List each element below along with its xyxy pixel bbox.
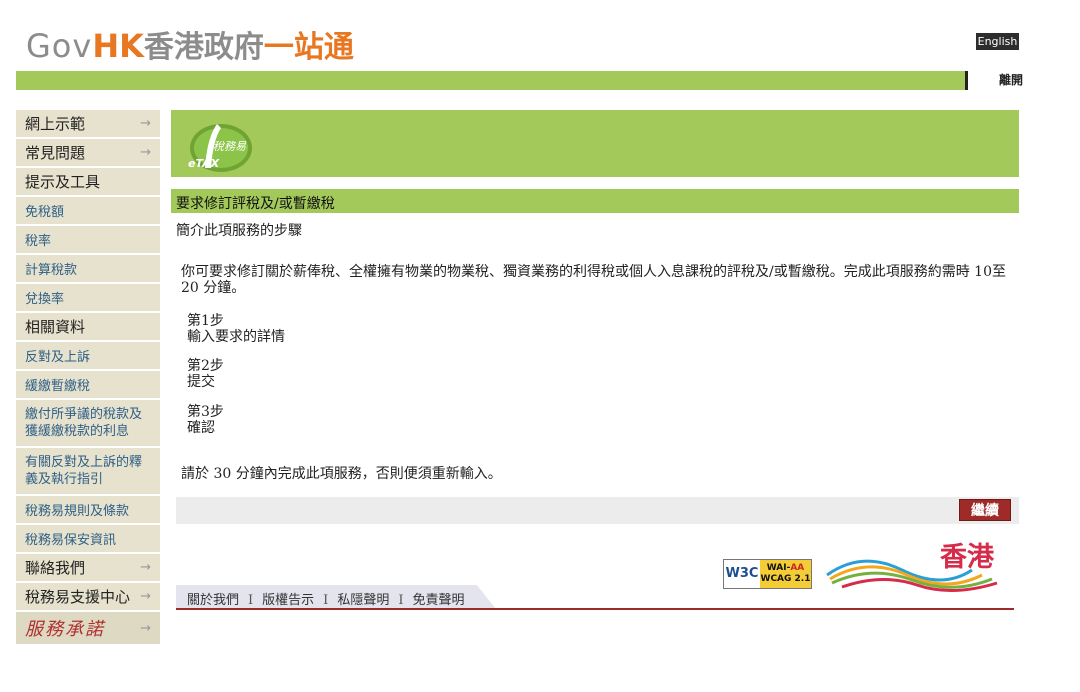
sidebar-item-label: 稅率 [25,234,52,249]
sidebar-item-label: 稅務易保安資訊 [25,533,117,548]
sidebar-item-holdover[interactable]: 緩繳暫繳稅 [16,371,160,400]
sidebar-item-etax-security[interactable]: 稅務易保安資訊 [16,525,160,554]
brand-hong-kong-logo[interactable]: 香港 [822,535,1002,595]
govhk-logo[interactable]: GovHK香港政府一站通 [26,22,354,65]
wai-text: WAI- [766,563,791,573]
sidebar-item-label: 計算稅款 [25,263,78,278]
step-title: 第2步 [187,358,224,374]
etax-logo-cn: 稅務易 [213,140,247,153]
sidebar-item-interpretation-guides[interactable]: 有關反對及上訴的釋義及執行指引 [16,448,160,496]
logo-cn-text: 香港政府 [143,30,264,65]
sidebar-item-etax-terms[interactable]: 稅務易規則及條款 [16,496,160,525]
sidebar-item-contact-us[interactable]: 聯絡我們 → [16,554,160,583]
sidebar-heading-related-info: 相關資料 [16,313,160,342]
etax-banner: 稅務易 eTAX [171,110,1019,177]
footer-link-privacy[interactable]: 私隱聲明 [337,593,389,608]
etax-logo-icon: 稅務易 eTAX [188,124,252,172]
sidebar-item-label: 相關資料 [25,318,86,336]
time-limit-note: 請於 30 分鐘內完成此項服務，否則便須重新輸入。 [181,466,502,482]
footer-separator: I [398,593,404,608]
sidebar-item-objections-appeals[interactable]: 反對及上訴 [16,342,160,371]
sidebar-item-label: 網上示範 [25,115,86,133]
sidebar-item-label: 提示及工具 [25,173,101,191]
sidebar-item-disputed-tax-interest[interactable]: 繳付所爭議的稅款及獲緩繳稅款的利息 [16,400,160,448]
logo-cn2-text: 一站通 [263,30,354,65]
footer-link-about-us[interactable]: 關於我們 [187,593,239,608]
sidebar-item-label: 反對及上訴 [25,350,91,365]
sidebar-item-tax-rates[interactable]: 稅率 [16,226,160,255]
footer-links: 關於我們 I 版權告示 I 私隱聲明 I 免責聲明 [187,589,464,608]
brand-hk-text: 香港 [940,542,994,573]
logo-hk-text: HK [92,27,144,65]
wcag-label: WAI-AA WCAG 2.1 [760,560,811,588]
sidebar-item-label: 聯絡我們 [25,559,86,577]
w3c-logo: W3C [725,566,759,581]
arrow-right-icon: → [140,116,151,131]
sidebar-item-performance-pledge[interactable]: 服務承諾 → [16,612,160,646]
step-text: 確認 [187,420,215,436]
top-green-bar [16,71,1029,90]
sidebar: 網上示範 → 常見問題 → 提示及工具 免稅額 稅率 計算稅款 兌換率 相關資料… [16,110,160,646]
continue-button[interactable]: 繼續 [959,499,1011,521]
sidebar-item-label: 免稅額 [25,205,65,220]
wai-aa-text: AA [790,563,805,573]
sidebar-item-tax-calculator[interactable]: 計算稅款 [16,255,160,284]
step-3: 第3步 確認 [187,404,224,436]
etax-logo-en: eTAX [188,157,220,170]
exit-button[interactable]: 離開 [965,71,1029,90]
sidebar-item-online-demo[interactable]: 網上示範 → [16,110,160,139]
service-description: 你可要求修訂關於薪俸稅、全權擁有物業的物業稅、獨資業務的利得稅或個人入息課稅的評… [181,264,1006,296]
sidebar-item-label: 繳付所爭議的稅款及獲緩繳稅款的利息 [25,407,143,439]
intro-text: 簡介此項服務的步驟 [176,223,302,239]
sidebar-item-label: 常見問題 [25,144,86,162]
step-title: 第1步 [187,313,224,329]
arrow-right-icon: → [140,620,151,636]
sidebar-item-exchange-rates[interactable]: 兌換率 [16,284,160,313]
sidebar-item-label: 緩繳暫繳稅 [25,379,91,394]
footer-link-copyright[interactable]: 版權告示 [262,593,314,608]
sidebar-item-allowances[interactable]: 免稅額 [16,197,160,226]
continue-bar [176,497,1019,524]
english-language-button[interactable]: English [976,33,1019,50]
sidebar-item-label: 有關反對及上訴的釋義及執行指引 [25,455,143,487]
sidebar-item-label: 兌換率 [25,292,65,307]
step-text: 輸入要求的詳情 [187,329,285,345]
arrow-right-icon: → [140,589,151,604]
arrow-right-icon: → [140,560,151,575]
performance-pledge-logo: 服務承諾 [25,619,105,640]
footer-separator: I [323,593,329,608]
sidebar-item-label: 稅務易規則及條款 [25,504,130,519]
logo-gov-text: Gov [26,27,93,65]
wcag-version: WCAG 2.1 [760,574,811,584]
w3c-wai-aa-badge[interactable]: W3C WAI-AA WCAG 2.1 [723,559,812,589]
sidebar-item-support-centre[interactable]: 稅務易支援中心 → [16,583,160,612]
arrow-right-icon: → [140,145,151,160]
step-title: 第3步 [187,404,224,420]
footer-link-disclaimer[interactable]: 免責聲明 [412,593,464,608]
step-2: 第2步 提交 [187,358,224,390]
step-1: 第1步 輸入要求的詳情 [187,313,285,345]
sidebar-heading-tips-tools: 提示及工具 [16,168,160,197]
sidebar-item-faq[interactable]: 常見問題 → [16,139,160,168]
footer-divider [176,608,1014,610]
page-title: 要求修訂評稅及/或暫繳稅 [176,196,335,212]
sidebar-item-label: 稅務易支援中心 [25,588,131,606]
footer-separator: I [248,593,254,608]
step-text: 提交 [187,374,215,390]
